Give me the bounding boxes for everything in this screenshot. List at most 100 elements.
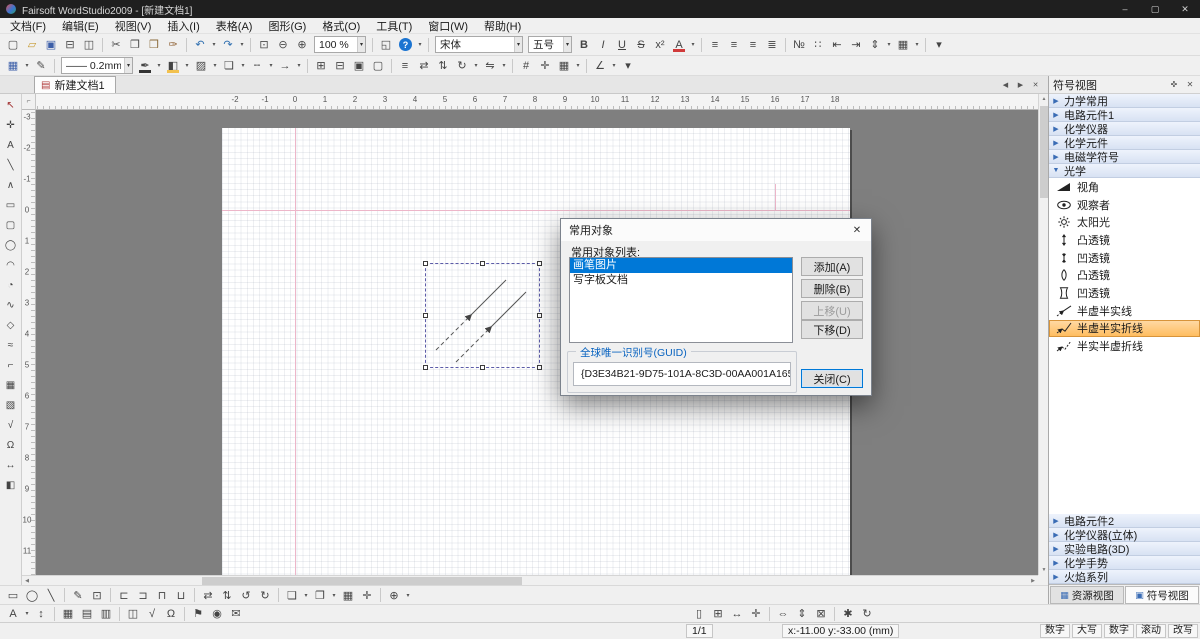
insert-table-icon[interactable]: ▦ xyxy=(59,605,77,622)
symbol-category-flame-series[interactable]: ▶ 火焰系列 xyxy=(1049,570,1200,584)
formula-icon[interactable]: √ xyxy=(143,605,161,622)
font-family-combo-caret-icon[interactable]: ▾ xyxy=(514,37,522,52)
tab-resource-view[interactable]: ▦ 资源视图 xyxy=(1050,586,1124,604)
curve-tool-icon[interactable]: ∿ xyxy=(2,296,20,314)
line-color-icon[interactable]: ✒ xyxy=(136,57,154,74)
full-screen-icon[interactable]: ⊠ xyxy=(812,605,830,622)
hatch-style-caret-icon[interactable]: ▾ xyxy=(211,62,219,69)
bullet-list-icon[interactable]: ∷ xyxy=(809,36,827,53)
undo-icon[interactable]: ↶ xyxy=(191,36,209,53)
symbol-item-observer[interactable]: 观察者 xyxy=(1049,196,1200,214)
dash-style-icon[interactable]: ╌ xyxy=(248,57,266,74)
zoom-tool-icon[interactable]: ⊕ xyxy=(385,587,403,604)
line-tool-icon[interactable]: ╲ xyxy=(2,156,20,174)
line-color-caret-icon[interactable]: ▾ xyxy=(155,62,163,69)
distribute-v-icon[interactable]: ⇅ xyxy=(434,57,452,74)
rect-tool-icon[interactable]: ▭ xyxy=(2,196,20,214)
send-backward-icon[interactable]: ⊟ xyxy=(331,57,349,74)
undo-caret-icon[interactable]: ▾ xyxy=(210,41,218,48)
node-edit-tool-icon[interactable]: ✛ xyxy=(2,116,20,134)
redo-icon[interactable]: ↷ xyxy=(219,36,237,53)
symbol-item-concave-lens[interactable]: 凹透镜 xyxy=(1049,249,1200,267)
more-tools-icon[interactable]: ▾ xyxy=(619,57,637,74)
zoom-combo[interactable]: 100 %▾ xyxy=(314,36,366,53)
border-icon[interactable]: ▦ xyxy=(894,36,912,53)
canvas-grid-caret-icon[interactable]: ▾ xyxy=(574,62,582,69)
merge-cells-icon[interactable]: ▤ xyxy=(78,605,96,622)
dialog-close-icon[interactable]: ✕ xyxy=(843,219,871,241)
menu-window[interactable]: 窗口(W) xyxy=(420,18,476,33)
dash-style-caret-icon[interactable]: ▾ xyxy=(267,62,275,69)
group-icon[interactable]: ▣ xyxy=(350,57,368,74)
menu-help[interactable]: 帮助(H) xyxy=(476,18,529,33)
border-caret-icon[interactable]: ▾ xyxy=(913,41,921,48)
superscript-icon[interactable]: x² xyxy=(651,36,669,53)
bring-forward-icon[interactable]: ⊞ xyxy=(312,57,330,74)
arc-tool-icon[interactable]: ◠ xyxy=(2,256,20,274)
common-object-list[interactable]: 画笔图片 写字板文档 xyxy=(569,257,793,343)
pin-icon[interactable]: ✜ xyxy=(1168,80,1180,89)
scroll-left-icon[interactable]: ◀ xyxy=(22,576,32,585)
order-objects-caret-icon[interactable]: ▾ xyxy=(330,592,338,599)
close-button[interactable]: 关闭(C) xyxy=(801,369,863,388)
copy-icon[interactable]: ❐ xyxy=(126,36,144,53)
flip-caret-icon[interactable]: ▾ xyxy=(500,62,508,69)
resize-handle-sw[interactable] xyxy=(423,365,428,370)
font-size-combo-caret-icon[interactable]: ▾ xyxy=(563,37,571,52)
scroll-tabs-right-icon[interactable]: ▶ xyxy=(1014,78,1027,91)
symbol-category-optics[interactable]: ▼ 光学 xyxy=(1049,164,1200,178)
open-icon[interactable]: ▱ xyxy=(23,36,41,53)
align-left-icon[interactable]: ≡ xyxy=(706,36,724,53)
increase-indent-icon[interactable]: ⇥ xyxy=(847,36,865,53)
vertical-scrollbar[interactable]: ▲ ▼ xyxy=(1038,94,1048,575)
order-objects-icon[interactable]: ❐ xyxy=(311,587,329,604)
delete-button[interactable]: 删除(B) xyxy=(801,279,863,298)
list-item-wordpad-document[interactable]: 写字板文档 xyxy=(570,273,792,288)
print-preview-icon[interactable]: ◫ xyxy=(80,36,98,53)
split-cells-icon[interactable]: ▥ xyxy=(97,605,115,622)
flip-icon[interactable]: ⇋ xyxy=(481,57,499,74)
snap-toggle-icon[interactable]: ✛ xyxy=(358,587,376,604)
canvas-viewport[interactable] xyxy=(36,110,1038,575)
symbol-item-convex-lens[interactable]: 凸透镜 xyxy=(1049,231,1200,249)
edit-points-icon[interactable]: ✎ xyxy=(69,587,87,604)
resize-handle-se[interactable] xyxy=(537,365,542,370)
symbol-item-view-angle[interactable]: 视角 xyxy=(1049,178,1200,196)
rounded-rect-tool-icon[interactable]: ▢ xyxy=(2,216,20,234)
resize-handle-nw[interactable] xyxy=(423,261,428,266)
line-spacing-caret-icon[interactable]: ▾ xyxy=(885,41,893,48)
line-spacing-icon[interactable]: ⇕ xyxy=(866,36,884,53)
zoom-tool-caret-icon[interactable]: ▾ xyxy=(404,592,412,599)
menu-insert[interactable]: 插入(I) xyxy=(159,18,207,33)
ruler-toggle-icon[interactable]: ↔ xyxy=(728,605,746,622)
menu-file[interactable]: 文档(F) xyxy=(2,18,54,33)
font-family-combo[interactable]: 宋体▾ xyxy=(435,36,523,53)
align-right-icon[interactable]: ≡ xyxy=(744,36,762,53)
page-layout-icon[interactable]: ▯ xyxy=(690,605,708,622)
toggle-overwrite[interactable]: 改写 xyxy=(1168,624,1198,638)
selected-object[interactable] xyxy=(425,263,540,368)
fit-height-icon[interactable]: ⇕ xyxy=(793,605,811,622)
vertical-scroll-thumb[interactable] xyxy=(1040,106,1048,198)
refresh-icon[interactable]: ↻ xyxy=(858,605,876,622)
vertical-ruler[interactable]: -3-2-10123456789101112 xyxy=(22,110,36,575)
arrow-style-caret-icon[interactable]: ▾ xyxy=(295,62,303,69)
cut-icon[interactable]: ✂ xyxy=(107,36,125,53)
toolbar-options-icon[interactable]: ▾ xyxy=(930,36,948,53)
zoom-in-icon[interactable]: ⊕ xyxy=(293,36,311,53)
add-button[interactable]: 添加(A) xyxy=(801,257,863,276)
underline-icon[interactable]: U xyxy=(613,36,631,53)
distribute-h-icon[interactable]: ⇄ xyxy=(415,57,433,74)
zoom-select-icon[interactable]: ⊡ xyxy=(255,36,273,53)
ungroup-icon[interactable]: ▢ xyxy=(369,57,387,74)
align-justify-icon[interactable]: ≣ xyxy=(763,36,781,53)
grid-toggle-icon[interactable]: ▦ xyxy=(339,587,357,604)
toggle-numlock[interactable]: 数字 xyxy=(1104,624,1134,638)
menu-tools[interactable]: 工具(T) xyxy=(368,18,420,33)
image-tool-icon[interactable]: ▧ xyxy=(2,396,20,414)
formula-tool-icon[interactable]: √ xyxy=(2,416,20,434)
resize-handle-w[interactable] xyxy=(423,313,428,318)
save-icon[interactable]: ▣ xyxy=(42,36,60,53)
numbered-list-icon[interactable]: № xyxy=(790,36,808,53)
comment-icon[interactable]: ◉ xyxy=(208,605,226,622)
